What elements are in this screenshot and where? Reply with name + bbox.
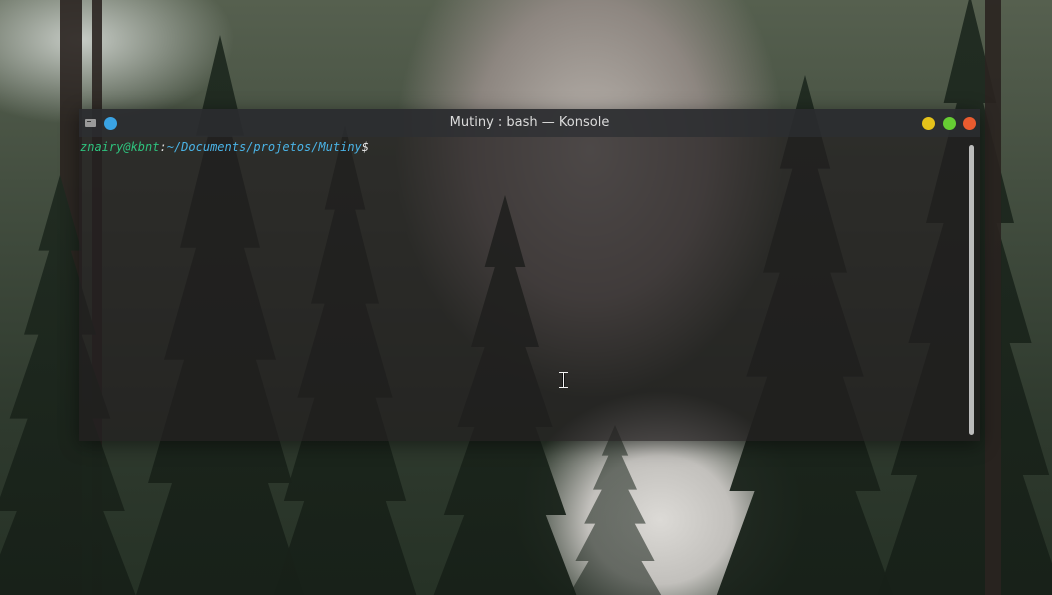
text-cursor-icon	[559, 372, 568, 388]
minimize-icon[interactable]	[922, 117, 935, 130]
vertical-scrollbar[interactable]	[969, 145, 974, 435]
maximize-icon[interactable]	[943, 117, 956, 130]
terminal-area[interactable]: znairy@kbnt:~/Documents/projetos/Mutiny$	[79, 137, 980, 441]
close-icon[interactable]	[963, 117, 976, 130]
prompt-user-host: znairy@kbnt	[80, 140, 160, 154]
prompt-symbol: $	[361, 140, 370, 154]
window-title: Mutiny : bash — Konsole	[449, 115, 610, 130]
shell-prompt: znairy@kbnt:~/Documents/projetos/Mutiny$	[80, 140, 369, 155]
prompt-path: ~/Documents/projetos/Mutiny	[166, 140, 362, 154]
window-titlebar[interactable]: Mutiny : bash — Konsole	[79, 109, 980, 137]
prompt-separator: :	[159, 140, 167, 154]
konsole-window[interactable]: Mutiny : bash — Konsole znairy@kbnt:~/Do…	[79, 109, 980, 441]
